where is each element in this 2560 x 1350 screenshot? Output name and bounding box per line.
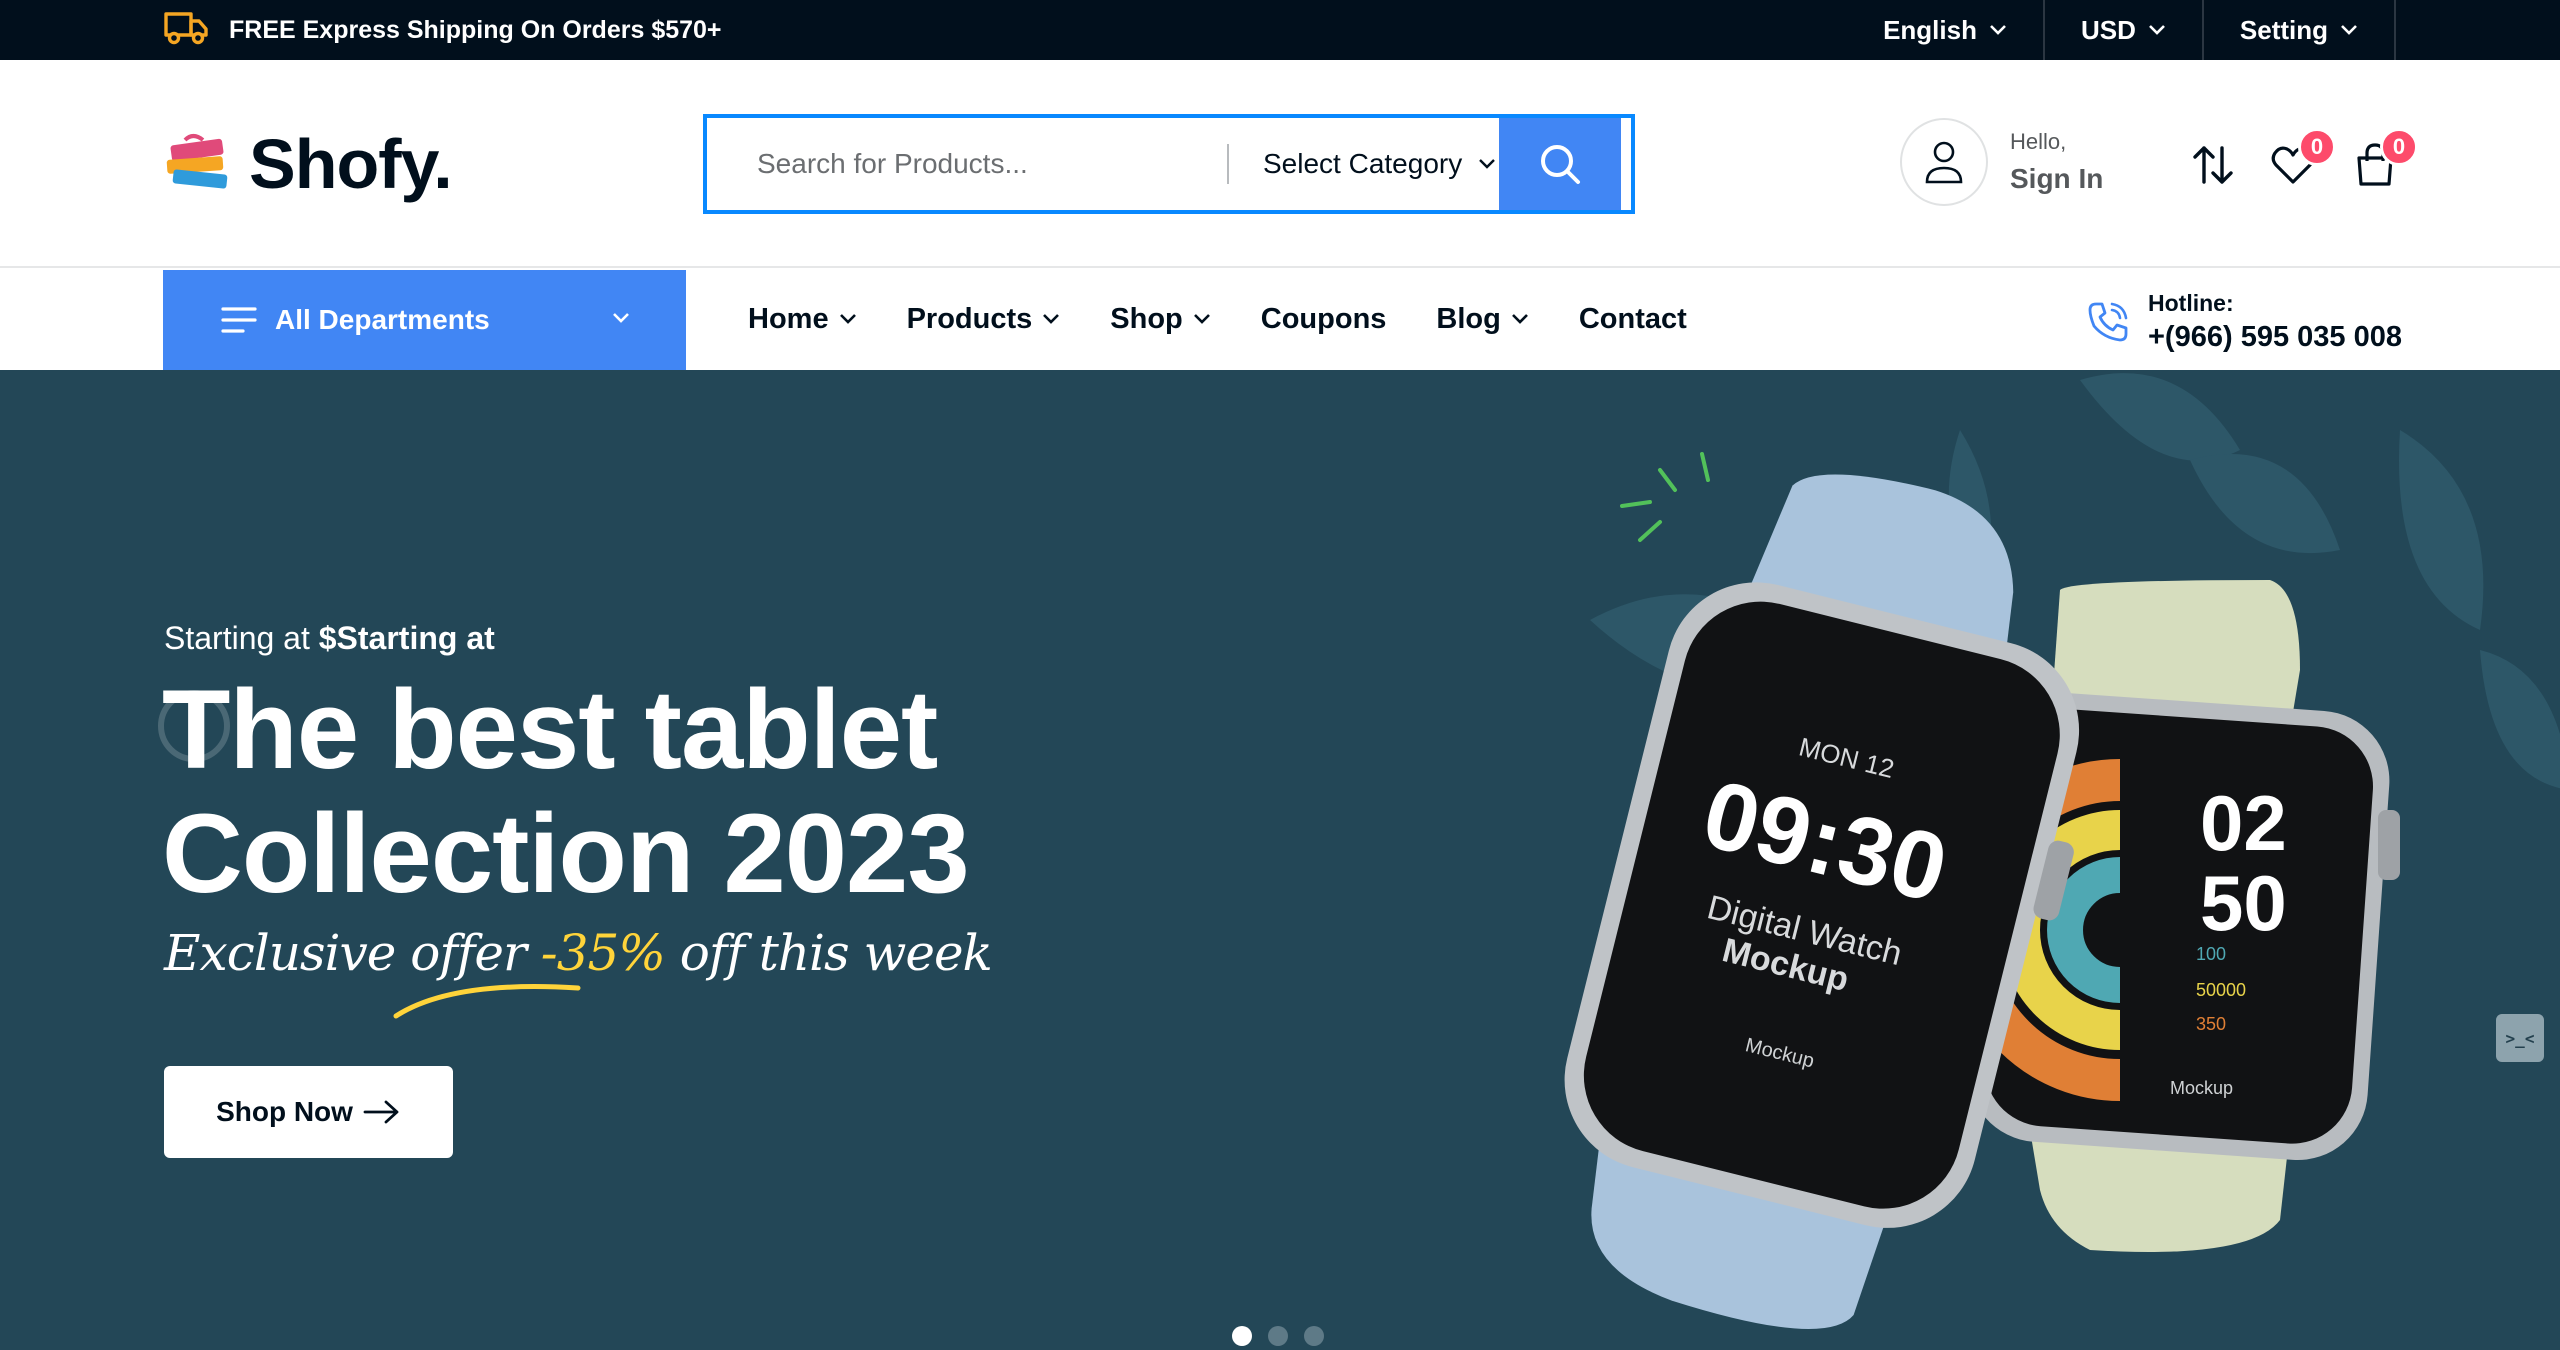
chevron-down-icon: [2148, 25, 2165, 35]
nav-item-home[interactable]: Home: [748, 303, 857, 336]
chevron-down-icon: [1990, 25, 2006, 35]
sign-in-link[interactable]: Sign In: [2010, 163, 2103, 195]
logo-text: Shofy.: [249, 125, 453, 203]
chevron-down-icon: [1193, 314, 1210, 324]
watch-stat-1: 100: [2196, 944, 2226, 964]
nav-item-coupons[interactable]: Coupons: [1261, 303, 1387, 336]
floating-widget-button[interactable]: >_<: [2496, 1014, 2544, 1062]
truck-icon: [163, 9, 209, 52]
nav-item-products[interactable]: Products: [907, 303, 1061, 336]
all-departments-label: All Departments: [275, 304, 490, 335]
underline-swoosh: [393, 984, 581, 1019]
language-selector[interactable]: English: [1883, 0, 2045, 60]
category-select[interactable]: Select Category: [1229, 118, 1499, 210]
shop-now-label: Shop Now: [216, 1096, 353, 1127]
nav-item-contact[interactable]: Contact: [1579, 303, 1687, 336]
menu-icon: [221, 307, 257, 333]
all-departments-button[interactable]: All Departments: [163, 270, 686, 370]
language-label: English: [1883, 14, 1977, 45]
wishlist-count-badge: 0: [2298, 128, 2336, 166]
logo-icon: [166, 134, 228, 189]
phone-icon: [2088, 302, 2128, 342]
hero-title-line-1: The best tablet: [162, 667, 938, 792]
wishlist-button[interactable]: 0: [2270, 128, 2336, 193]
shop-now-button[interactable]: Shop Now: [164, 1066, 453, 1158]
slider-dot-1[interactable]: [1232, 1326, 1252, 1346]
menu: Home Products Shop Coupons Blog Contact: [748, 268, 1737, 370]
smartwatch-image: 02 50 100 50000 350 Mockup MON 12 09:30 …: [1564, 474, 2400, 1329]
greeting-text: Hello,: [2010, 129, 2067, 154]
slider-pagination: [1232, 1326, 1324, 1346]
hero-title: The best tablet Collection 2023: [162, 668, 1262, 916]
offer-suffix: off this week: [679, 924, 993, 982]
hero-offer: Exclusive offer -35% off this week: [164, 924, 993, 982]
currency-label: USD: [2080, 14, 2136, 45]
watch-stat-2: 50000: [2196, 980, 2246, 1000]
watch-minutes: 50: [2200, 859, 2287, 947]
cart-count-badge: 0: [2380, 128, 2418, 166]
main-nav: All Departments Home Products Shop Coupo…: [0, 268, 2560, 370]
user-icon: [1925, 141, 1963, 184]
watch-hours: 02: [2200, 779, 2287, 867]
nav-item-label: Blog: [1436, 302, 1501, 335]
chevron-down-icon: [1043, 314, 1060, 324]
header: Shofy. Select Category Hello, Sign In 0 …: [0, 60, 2560, 268]
nav-item-label: Home: [748, 302, 829, 335]
shipping-notice: FREE Express Shipping On Orders $570+: [163, 0, 722, 60]
hotline-number: +(966) 595 035 008: [2148, 321, 2402, 353]
currency-selector[interactable]: USD: [2045, 0, 2204, 60]
watch-brand-right: Mockup: [2170, 1078, 2233, 1098]
search-input[interactable]: [707, 118, 1227, 210]
offer-percent: -35%: [540, 924, 666, 982]
chevron-down-icon: [2341, 25, 2357, 35]
nav-item-label: Contact: [1578, 302, 1687, 335]
search-bar: Select Category: [703, 114, 1635, 214]
arrow-right-icon: [363, 1100, 399, 1124]
shipping-text: FREE Express Shipping On Orders $570+: [229, 15, 722, 44]
chevron-down-icon: [1511, 314, 1528, 324]
avatar: [1900, 118, 1988, 206]
logo[interactable]: Shofy.: [163, 124, 453, 204]
search-button[interactable]: [1499, 118, 1621, 210]
compare-button[interactable]: [2190, 142, 2236, 193]
nav-item-label: Products: [906, 302, 1033, 335]
category-label: Select Category: [1263, 148, 1463, 179]
chevron-down-icon: [613, 313, 629, 323]
setting-label: Setting: [2239, 14, 2328, 45]
hotline[interactable]: Hotline: +(966) 595 035 008: [2086, 290, 2402, 354]
nav-item-label: Coupons: [1260, 302, 1387, 335]
setting-selector[interactable]: Setting: [2204, 0, 2396, 60]
slider-dot-3[interactable]: [1304, 1326, 1324, 1346]
chevron-down-icon: [1479, 159, 1496, 169]
hero-subtitle: Starting at $Starting at: [164, 620, 495, 657]
offer-prefix: Exclusive offer: [164, 924, 527, 982]
slider-dot-2[interactable]: [1268, 1326, 1288, 1346]
nav-item-blog[interactable]: Blog: [1436, 303, 1528, 336]
compare-icon: [2193, 146, 2233, 184]
nav-item-label: Shop: [1110, 302, 1183, 335]
hero-title-line-2: Collection 2023: [162, 791, 970, 916]
hero-slider: Starting at $Starting at The best tablet…: [0, 370, 2560, 1350]
search-icon: [1541, 145, 1580, 184]
starting-value: $Starting at: [318, 620, 495, 656]
chevron-down-icon: [839, 314, 856, 324]
starting-prefix: Starting at: [164, 620, 310, 656]
account-link[interactable]: Hello, Sign In: [1900, 118, 2103, 206]
top-bar: FREE Express Shipping On Orders $570+ En…: [0, 0, 2560, 60]
watch-stat-3: 350: [2196, 1014, 2226, 1034]
hotline-label: Hotline:: [2148, 290, 2234, 316]
cart-button[interactable]: 0: [2352, 128, 2418, 193]
nav-item-shop[interactable]: Shop: [1110, 303, 1211, 336]
